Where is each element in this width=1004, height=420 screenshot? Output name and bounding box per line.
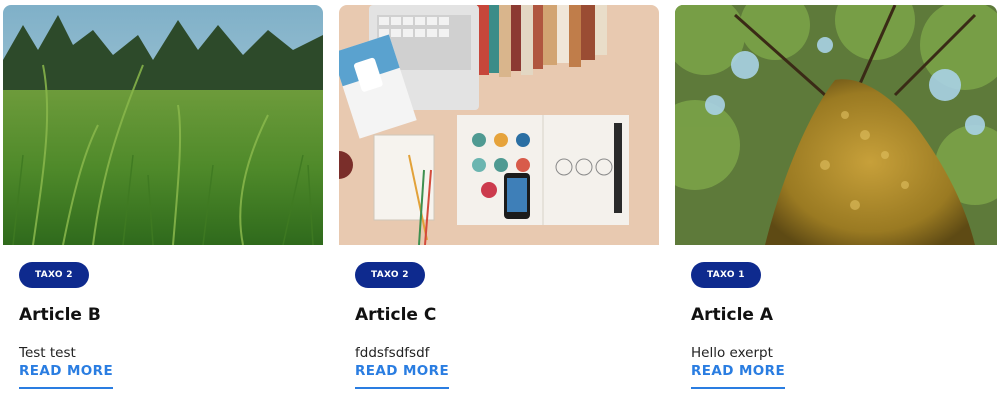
- article-thumbnail[interactable]: [675, 5, 997, 245]
- article-grid: TAXO 2 Article B Test test READ MORE TAX…: [3, 5, 1001, 415]
- taxonomy-badge[interactable]: TAXO 1: [691, 262, 761, 288]
- article-title[interactable]: Article A: [691, 305, 997, 325]
- article-card[interactable]: TAXO 1 Article A Hello exerpt READ MORE: [675, 5, 997, 405]
- article-card[interactable]: TAXO 2 Article B Test test READ MORE: [3, 5, 323, 405]
- read-more-link[interactable]: READ MORE: [691, 363, 786, 389]
- article-excerpt: Hello exerpt: [691, 345, 773, 361]
- desk-workspace-image: [339, 5, 659, 245]
- article-title[interactable]: Article B: [19, 305, 323, 325]
- taxonomy-badge[interactable]: TAXO 2: [19, 262, 89, 288]
- article-excerpt: fddsfsdfsdf: [355, 345, 430, 361]
- article-card[interactable]: TAXO 2 Article C fddsfsdfsdf READ MORE: [339, 5, 659, 405]
- read-more-link[interactable]: READ MORE: [355, 363, 450, 389]
- mossy-tree-image: [675, 5, 997, 245]
- taxonomy-badge[interactable]: TAXO 2: [355, 262, 425, 288]
- grass-field-image: [3, 5, 323, 245]
- article-thumbnail[interactable]: [339, 5, 659, 245]
- article-excerpt: Test test: [19, 345, 76, 361]
- article-thumbnail[interactable]: [3, 5, 323, 245]
- read-more-link[interactable]: READ MORE: [19, 363, 114, 389]
- article-title[interactable]: Article C: [355, 305, 659, 325]
